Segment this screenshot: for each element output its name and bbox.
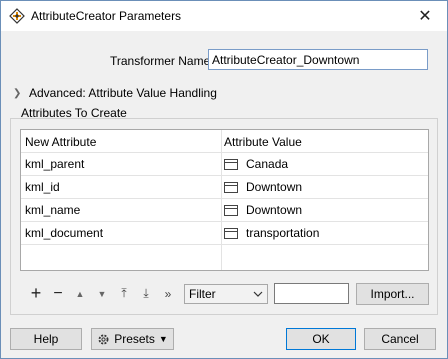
move-up-button[interactable]: ▲ — [69, 289, 91, 299]
cancel-button[interactable]: Cancel — [364, 328, 436, 350]
attribute-name-cell[interactable]: kml_name — [25, 203, 80, 217]
column-header-new-attribute[interactable]: New Attribute — [25, 135, 96, 149]
table-row[interactable]: kml_document transportation — [21, 221, 428, 245]
attribute-value-text: transportation — [246, 226, 320, 240]
table-row-empty[interactable] — [21, 244, 428, 268]
ok-button[interactable]: OK — [286, 328, 356, 350]
table-row[interactable]: kml_name Downtown — [21, 198, 428, 222]
transformer-name-label: Transformer Name: — [110, 54, 214, 68]
move-top-button[interactable]: ⤒ — [113, 286, 135, 301]
attribute-name-cell[interactable]: kml_id — [25, 180, 60, 194]
table-toolbar: + − ▲ ▼ ⤒ ⤓ » — [25, 283, 179, 304]
attribute-value-cell[interactable]: Downtown — [224, 180, 302, 194]
dialog-window: AttributeCreator Parameters ✕ Transforme… — [0, 0, 448, 359]
text-value-icon — [224, 204, 238, 216]
window-title: AttributeCreator Parameters — [31, 9, 182, 23]
table-row[interactable]: kml_parent Canada — [21, 152, 428, 176]
filter-dropdown[interactable]: Filter — [184, 284, 268, 304]
transformer-name-input[interactable] — [208, 49, 428, 70]
move-bottom-button[interactable]: ⤓ — [135, 286, 157, 301]
text-value-icon — [224, 227, 238, 239]
caret-down-icon: ▼ — [158, 334, 168, 344]
import-button-label: Import... — [370, 287, 415, 301]
remove-row-button[interactable]: − — [47, 285, 69, 303]
ok-button-label: OK — [312, 332, 330, 346]
close-icon: ✕ — [418, 8, 432, 25]
attribute-value-text: Canada — [246, 157, 289, 171]
cancel-button-label: Cancel — [381, 332, 419, 346]
help-button[interactable]: Help — [10, 328, 82, 350]
attribute-name-cell[interactable]: kml_document — [25, 226, 103, 240]
text-value-icon — [224, 181, 238, 193]
chevron-right-icon: ❯ — [13, 87, 22, 99]
presets-button-label: Presets — [114, 332, 155, 346]
table-row[interactable]: kml_id Downtown — [21, 175, 428, 199]
attribute-value-text: Downtown — [246, 180, 303, 194]
gear-icon — [98, 334, 109, 344]
attributes-group-label: Attributes To Create — [21, 106, 127, 120]
add-row-button[interactable]: + — [25, 283, 47, 304]
advanced-section-toggle[interactable]: ❯ Advanced: Attribute Value Handling — [13, 86, 217, 100]
filter-input[interactable] — [274, 283, 349, 304]
text-value-icon — [224, 158, 238, 170]
close-button[interactable]: ✕ — [403, 1, 447, 31]
advanced-label: Advanced: Attribute Value Handling — [29, 86, 217, 100]
import-button[interactable]: Import... — [356, 283, 429, 305]
filter-dropdown-label: Filter — [189, 287, 216, 301]
fme-app-icon — [9, 8, 25, 24]
help-button-label: Help — [33, 332, 59, 346]
attributes-table: New Attribute Attribute Value kml_parent… — [20, 129, 429, 271]
more-button[interactable]: » — [157, 287, 179, 301]
attribute-name-cell[interactable]: kml_parent — [25, 157, 84, 171]
attribute-value-cell[interactable]: transportation — [224, 226, 319, 240]
attribute-value-text: Downtown — [246, 203, 303, 217]
chevron-down-icon — [253, 291, 263, 297]
title-bar: AttributeCreator Parameters ✕ — [1, 1, 447, 31]
move-down-button[interactable]: ▼ — [91, 289, 113, 299]
table-header: New Attribute Attribute Value — [21, 130, 428, 152]
attribute-value-cell[interactable]: Downtown — [224, 203, 302, 217]
column-header-attribute-value[interactable]: Attribute Value — [224, 135, 302, 149]
attribute-value-cell[interactable]: Canada — [224, 157, 288, 171]
presets-button[interactable]: Presets ▼ — [91, 328, 174, 350]
